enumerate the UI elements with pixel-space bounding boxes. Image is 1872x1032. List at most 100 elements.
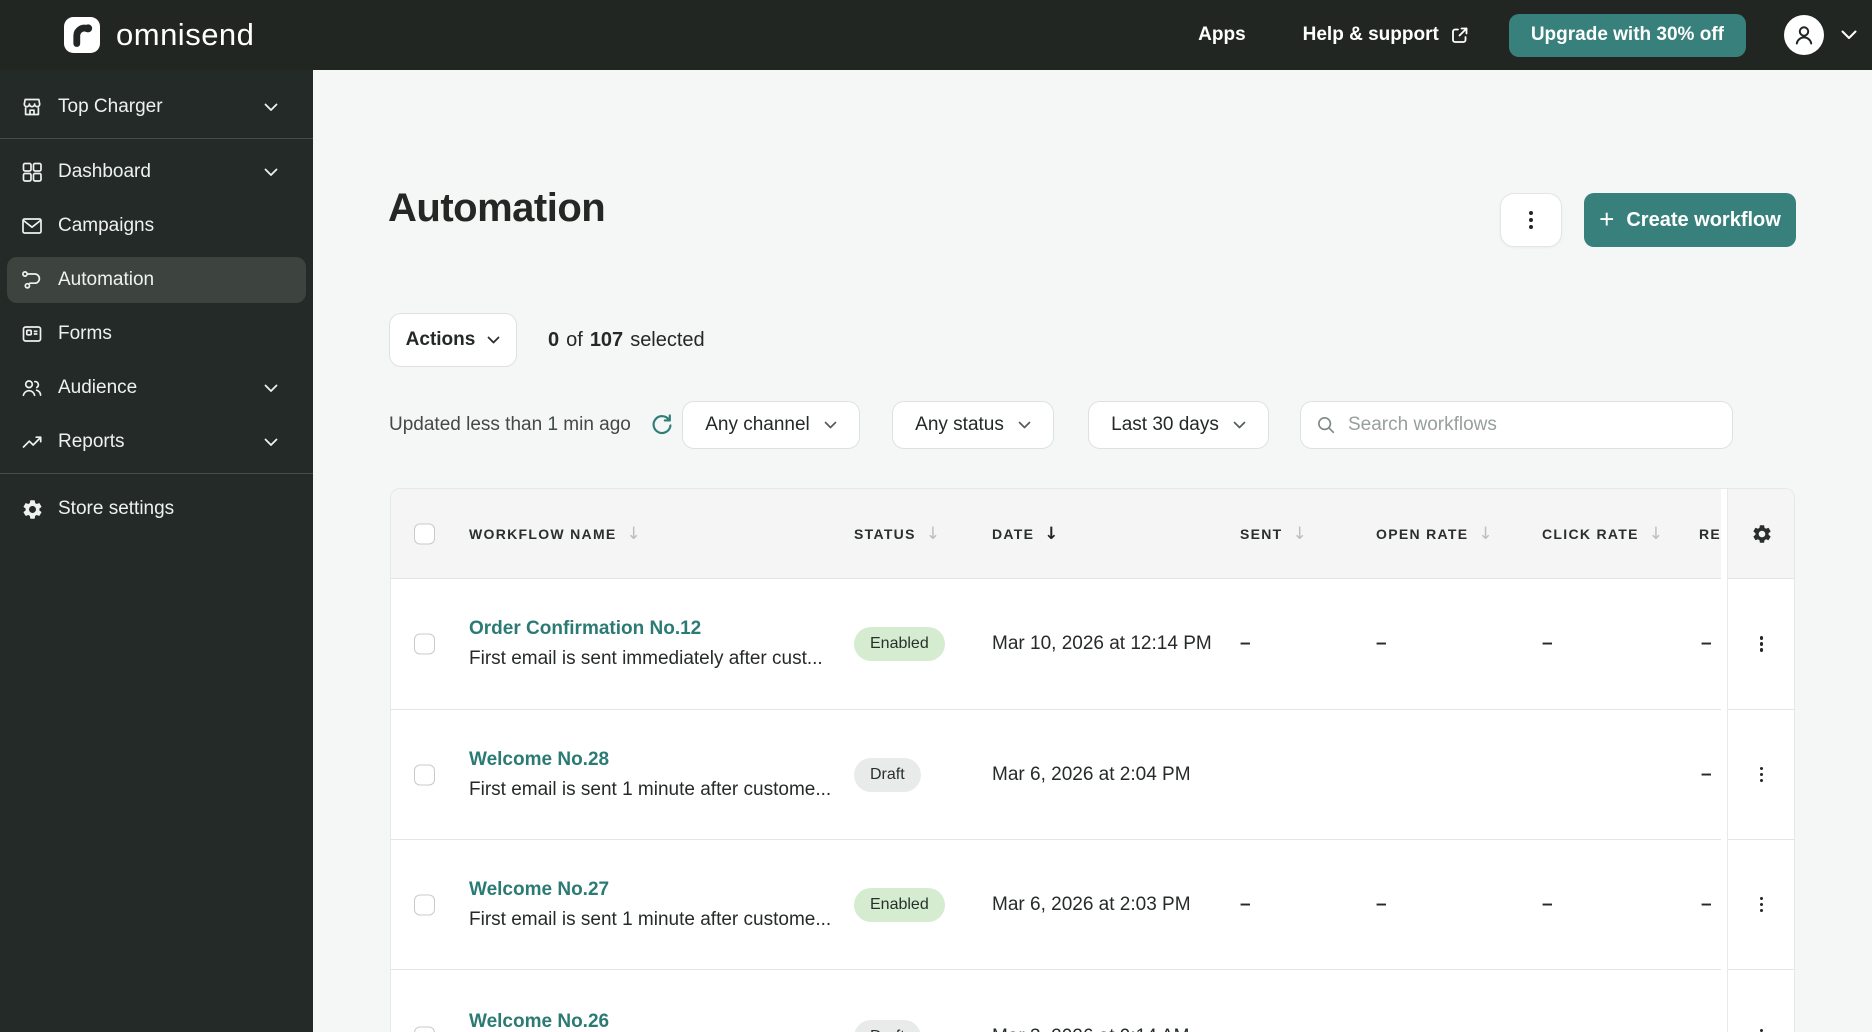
sidebar-item-reports[interactable]: Reports — [7, 419, 306, 465]
updated-status: Updated less than 1 min ago — [389, 401, 675, 449]
workflow-name-link[interactable]: Welcome No.28 — [469, 749, 609, 771]
create-workflow-label: Create workflow — [1626, 208, 1781, 231]
column-header-open-rate[interactable]: OPEN RATE ↓ — [1376, 524, 1494, 544]
chevron-down-icon — [824, 421, 837, 429]
external-link-icon — [1449, 25, 1470, 46]
channel-filter-label: Any channel — [705, 414, 810, 435]
sidebar-item-campaigns[interactable]: Campaigns — [7, 203, 306, 249]
date-cell: Mar 3, 2026 at 9:14 AM — [992, 1026, 1190, 1032]
column-header-workflow-name[interactable]: WORKFLOW NAME ↓ — [469, 524, 642, 544]
audience-people-icon — [20, 376, 44, 400]
row-checkbox[interactable] — [414, 894, 435, 915]
row-menu-button[interactable] — [1752, 628, 1772, 660]
sidebar-divider — [0, 138, 313, 139]
actions-button[interactable]: Actions — [389, 313, 517, 367]
dashboard-icon — [20, 160, 44, 184]
table-row: Welcome No.26 First email is sent 1 minu… — [391, 970, 1794, 1032]
pinned-actions-column — [1727, 489, 1794, 1032]
workflow-name-link[interactable]: Order Confirmation No.12 — [469, 618, 701, 640]
sidebar-item-label: Campaigns — [58, 215, 155, 236]
account-chevron-icon[interactable] — [1841, 30, 1857, 40]
column-header-click-rate[interactable]: CLICK RATE ↓ — [1542, 524, 1664, 544]
sidebar-item-label: Audience — [58, 377, 138, 398]
workflow-name-cell: Welcome No.26 First email is sent 1 minu… — [469, 1011, 831, 1032]
row-menu-button[interactable] — [1752, 1021, 1772, 1032]
selection-summary: 0 of 107 selected — [548, 328, 705, 351]
help-support-link[interactable]: Help & support — [1303, 24, 1470, 46]
sidebar-item-label: Forms — [58, 323, 112, 344]
kebab-icon — [1529, 211, 1533, 229]
channel-filter-dropdown[interactable]: Any channel — [682, 401, 860, 449]
click-rate-value: – — [1542, 633, 1553, 654]
row-checkbox[interactable] — [414, 633, 435, 655]
sort-icon: ↓ — [1292, 523, 1309, 544]
sidebar-item-store-settings[interactable]: Store settings — [7, 486, 306, 532]
table-header: WORKFLOW NAME ↓ STATUS ↓ DATE ↓ SENT ↓ O… — [391, 489, 1794, 579]
sidebar-item-automation[interactable]: Automation — [7, 257, 306, 303]
chevron-down-icon — [487, 336, 500, 344]
sidebar-item-label: Dashboard — [58, 161, 151, 182]
apps-link[interactable]: Apps — [1198, 24, 1246, 46]
open-rate-value: – — [1376, 633, 1387, 654]
row-actions-cell — [1728, 840, 1794, 970]
row-menu-button[interactable] — [1752, 759, 1772, 791]
gear-icon — [1752, 524, 1771, 543]
pinned-column-header — [1728, 489, 1794, 579]
chevron-down-icon — [1018, 421, 1031, 429]
more-options-button[interactable] — [1500, 193, 1562, 247]
status-filter-dropdown[interactable]: Any status — [892, 401, 1054, 449]
column-header-sent[interactable]: SENT ↓ — [1240, 524, 1308, 544]
row-checkbox[interactable] — [414, 764, 435, 785]
revenue-value: – — [1701, 633, 1712, 654]
row-menu-button[interactable] — [1752, 889, 1772, 921]
automation-workflow-icon — [20, 268, 44, 292]
workflow-name-link[interactable]: Welcome No.26 — [469, 1011, 609, 1032]
date-range-dropdown[interactable]: Last 30 days — [1088, 401, 1269, 449]
revenue-value: – — [1701, 893, 1712, 915]
create-workflow-button[interactable]: + Create workflow — [1584, 193, 1796, 247]
kebab-icon — [1759, 636, 1764, 652]
search-input[interactable] — [1348, 414, 1718, 436]
logo-text: omnisend — [116, 17, 255, 52]
status-filter-label: Any status — [915, 414, 1004, 435]
workflow-description: First email is sent 1 minute after custo… — [469, 908, 832, 930]
refresh-icon[interactable] — [649, 412, 675, 438]
avatar[interactable] — [1784, 15, 1824, 55]
revenue-value: – — [1701, 1026, 1712, 1032]
gear-icon — [20, 497, 44, 521]
sort-icon: ↓ — [1648, 523, 1665, 544]
row-actions-cell — [1728, 970, 1794, 1032]
search-workflows-box — [1300, 401, 1733, 449]
table-settings-button[interactable] — [1751, 523, 1773, 545]
select-all-checkbox[interactable] — [414, 523, 435, 544]
workflows-table: WORKFLOW NAME ↓ STATUS ↓ DATE ↓ SENT ↓ O… — [390, 488, 1795, 1032]
sidebar-item-dashboard[interactable]: Dashboard — [7, 149, 306, 195]
status-badge: Draft — [854, 1019, 921, 1032]
row-checkbox[interactable] — [414, 1026, 435, 1032]
column-header-status[interactable]: STATUS ↓ — [854, 524, 941, 544]
help-support-label: Help & support — [1302, 24, 1439, 45]
sidebar-item-store-selector[interactable]: Top Charger — [7, 84, 306, 130]
date-cell: Mar 6, 2026 at 2:04 PM — [992, 763, 1191, 785]
table-row: Order Confirmation No.12 First email is … — [391, 579, 1794, 710]
chevron-down-icon — [264, 103, 278, 112]
sidebar-item-forms[interactable]: Forms — [7, 311, 306, 357]
sidebar-item-label: Store settings — [58, 498, 175, 519]
kebab-icon — [1759, 896, 1764, 913]
workflow-name-link[interactable]: Welcome No.27 — [469, 879, 609, 901]
date-range-label: Last 30 days — [1111, 414, 1219, 435]
sidebar-item-audience[interactable]: Audience — [7, 365, 306, 411]
chevron-down-icon — [1233, 421, 1246, 429]
chevron-down-icon — [264, 168, 278, 177]
workflow-description: First email is sent immediately after cu… — [469, 648, 823, 669]
actions-label: Actions — [405, 329, 476, 350]
sort-icon: ↓ — [925, 523, 942, 544]
sidebar: Top Charger Dashboard Campaigns Automati… — [0, 70, 313, 1032]
upgrade-button[interactable]: Upgrade with 30% off — [1508, 13, 1746, 57]
status-badge: Enabled — [854, 887, 945, 922]
column-header-date[interactable]: DATE ↓ — [992, 524, 1060, 544]
envelope-icon — [20, 214, 44, 238]
sent-value: – — [1240, 893, 1251, 915]
omnisend-logo[interactable]: omnisend — [64, 17, 254, 53]
storefront-icon — [20, 95, 44, 119]
